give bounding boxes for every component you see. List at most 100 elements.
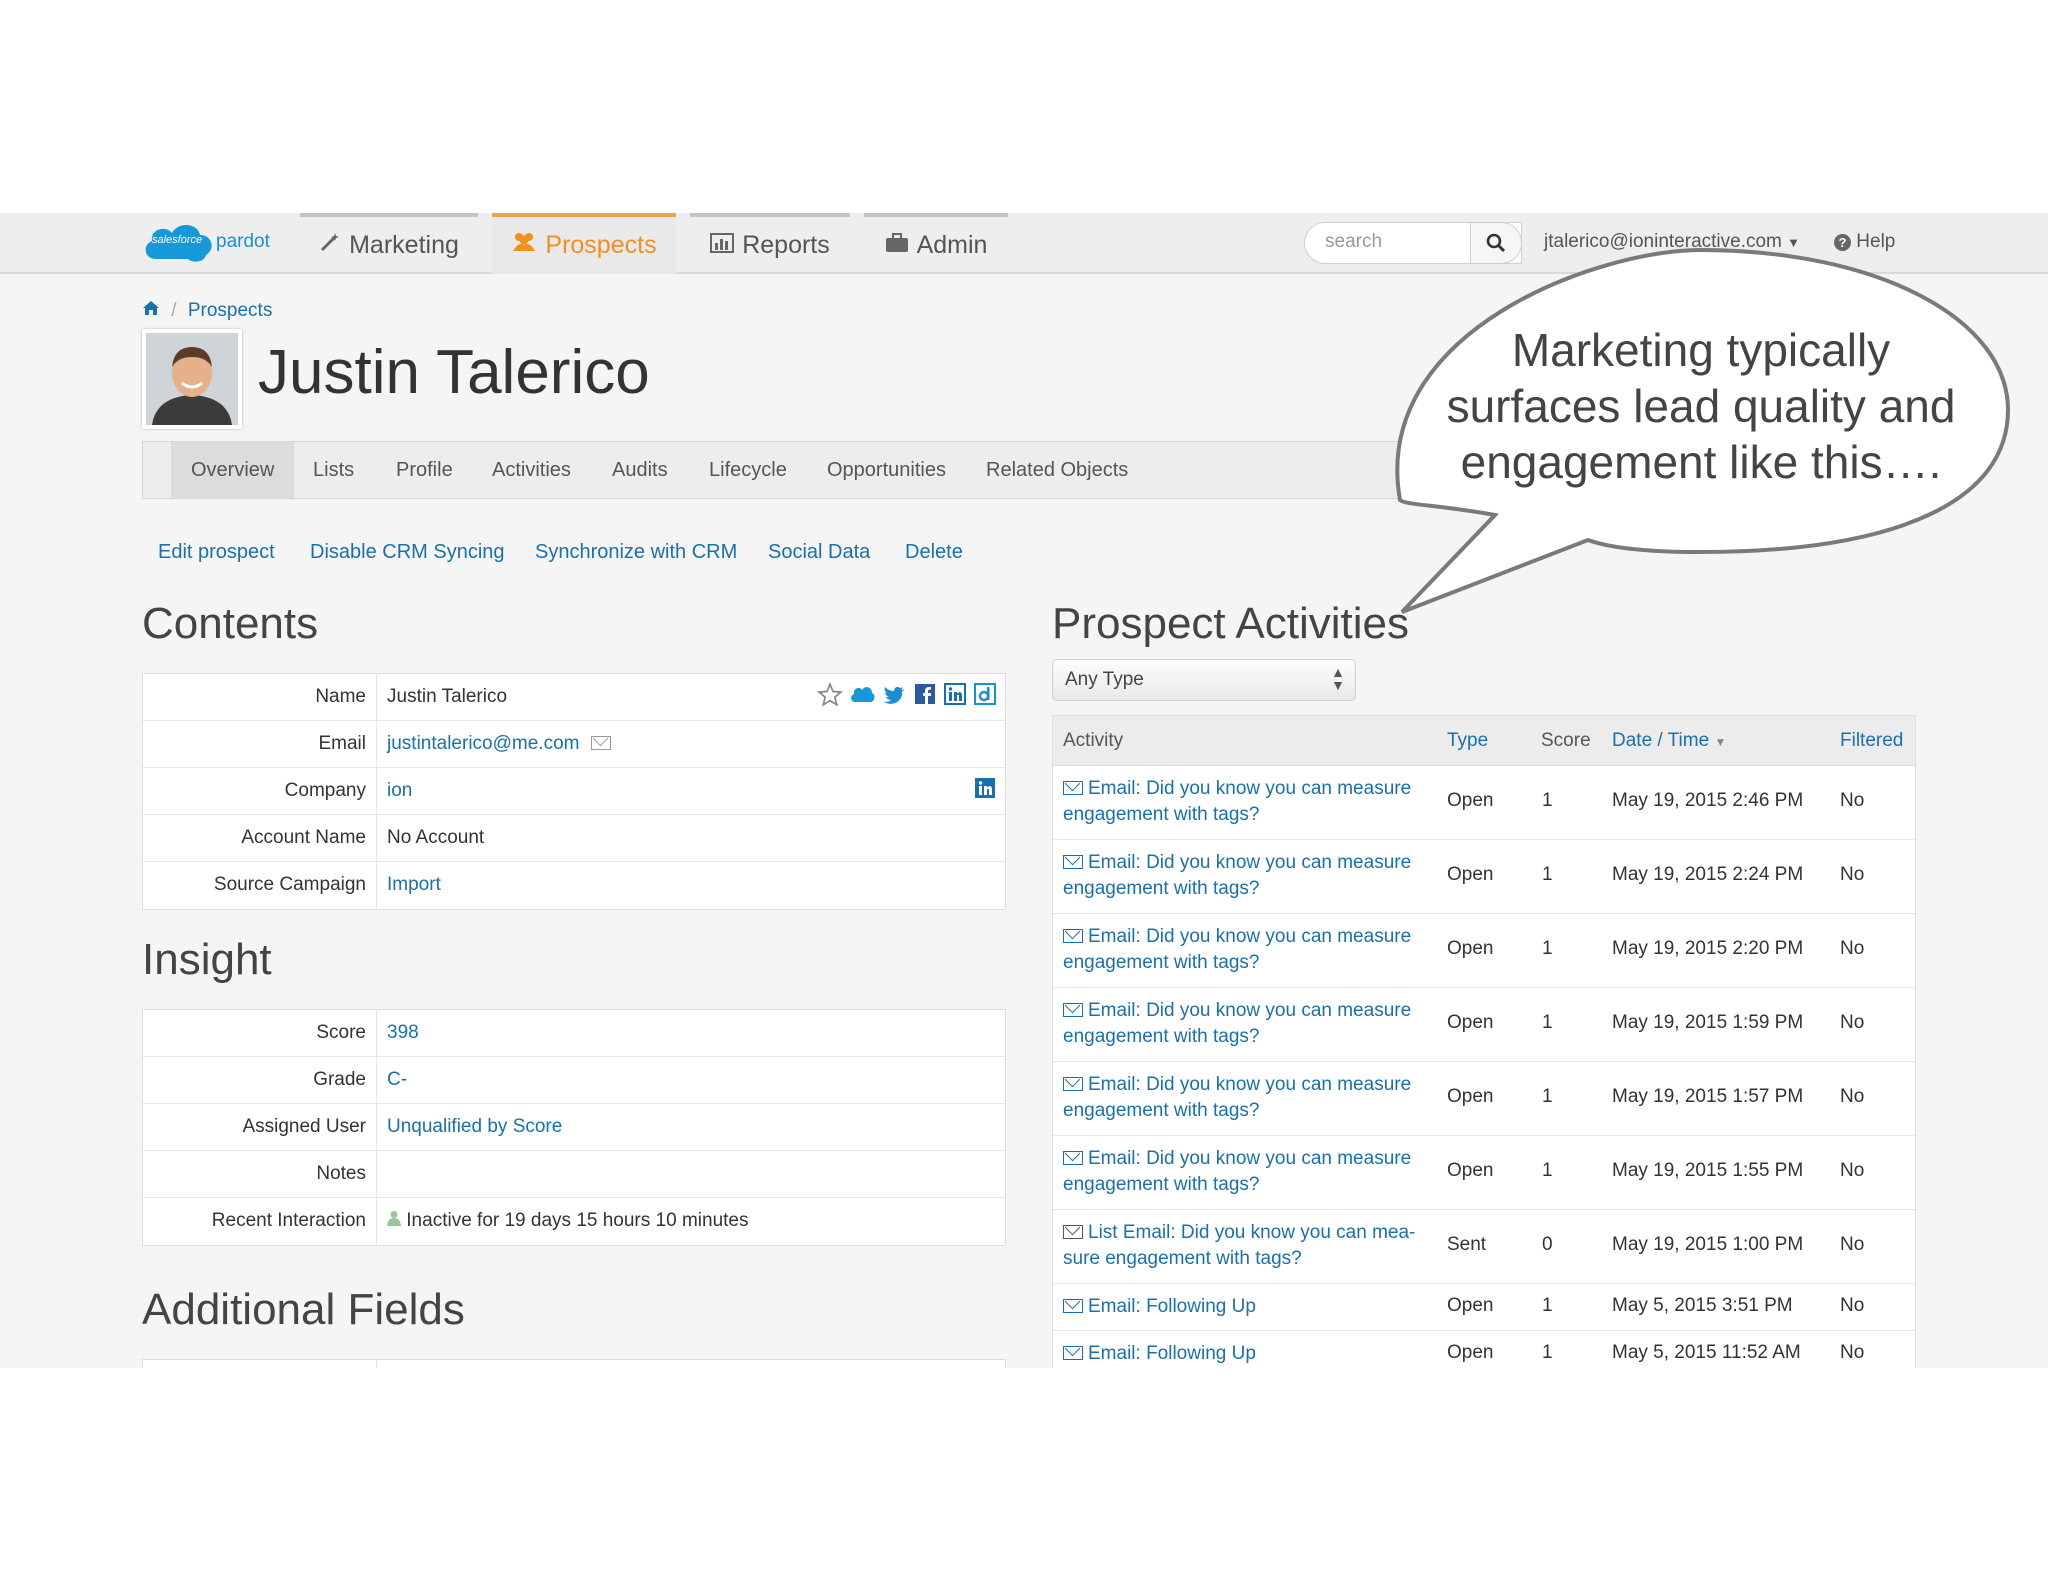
- activity-link[interactable]: Email: Did you know you can measure engag…: [1063, 998, 1443, 1050]
- activity-filtered: No: [1840, 1086, 1865, 1107]
- activity-line-1: Email: Following Up: [1088, 1343, 1256, 1364]
- activity-line-1: Email: Did you know you can measure: [1088, 926, 1412, 947]
- edit-prospect-link[interactable]: Edit prospect: [158, 541, 275, 564]
- source-campaign-link[interactable]: Import: [387, 874, 441, 896]
- tab-audits[interactable]: Audits: [612, 442, 668, 498]
- mail-icon: [1063, 781, 1083, 795]
- field-value-email[interactable]: justintalerico@me.com: [387, 733, 616, 755]
- star-icon[interactable]: [816, 681, 844, 713]
- tab-activities[interactable]: Activities: [492, 442, 571, 498]
- grade-link[interactable]: C-: [387, 1069, 407, 1091]
- col-filtered[interactable]: Filtered: [1840, 730, 1903, 752]
- activity-link[interactable]: Email: Did you know you can measure engag…: [1063, 776, 1443, 828]
- field-label: Grade: [143, 1057, 377, 1103]
- delete-link[interactable]: Delete: [905, 541, 963, 564]
- tab-lifecycle[interactable]: Lifecycle: [709, 442, 787, 498]
- additional-fields-table: [142, 1359, 1006, 1368]
- activity-link[interactable]: Email: Did you know you can measure engag…: [1063, 924, 1443, 976]
- col-score: Score: [1541, 730, 1591, 751]
- activity-score: 1: [1542, 1160, 1553, 1181]
- breadcrumb-prospects[interactable]: Prospects: [188, 300, 272, 321]
- table-row: Email: Did you know you can measure engag…: [1053, 1136, 1915, 1210]
- table-row: Email: Did you know you can measure engag…: [1053, 1062, 1915, 1136]
- recent-interaction-text: Inactive for 19 days 15 hours 10 minutes: [406, 1210, 749, 1231]
- users-icon: [511, 231, 537, 260]
- field-value: No Account: [387, 827, 485, 848]
- field-row-source-campaign: Source Campaign Import: [143, 862, 1005, 909]
- activity-line-2: engagement with tags?: [1063, 952, 1260, 973]
- field-label: Source Campaign: [143, 862, 377, 909]
- nav-tab-label: Reports: [742, 231, 830, 259]
- nav-tab-reports[interactable]: Reports: [690, 213, 850, 274]
- score-link[interactable]: 398: [387, 1022, 419, 1044]
- home-icon[interactable]: [142, 300, 165, 321]
- briefcase-icon: [885, 232, 909, 260]
- linkedin-icon[interactable]: [943, 682, 967, 713]
- col-date-time[interactable]: Date / Time ▼: [1612, 730, 1726, 752]
- tab-related-objects[interactable]: Related Objects: [986, 442, 1128, 498]
- nav-tab-prospects[interactable]: Prospects: [492, 213, 676, 274]
- activity-type: Open: [1447, 1086, 1494, 1107]
- prospect-activities-heading: Prospect Activities: [1052, 599, 1410, 648]
- disable-crm-syncing-link[interactable]: Disable CRM Syncing: [310, 541, 505, 564]
- social-icons: [816, 681, 997, 713]
- linkedin-icon[interactable]: [973, 776, 997, 805]
- activity-line-2: engagement with tags?: [1063, 878, 1260, 899]
- mail-icon: [1063, 1003, 1083, 1017]
- data-icon[interactable]: [973, 682, 997, 713]
- salesforce-icon[interactable]: [849, 682, 875, 713]
- activity-date: May 5, 2015 11:52 AM: [1612, 1342, 1801, 1363]
- tab-profile[interactable]: Profile: [396, 442, 453, 498]
- activity-line-1: Email: Did you know you can measure: [1088, 778, 1412, 799]
- nav-tab-label: Prospects: [545, 231, 657, 259]
- contents-heading: Contents: [142, 599, 319, 648]
- assigned-user-link[interactable]: Unqualified by Score: [387, 1116, 562, 1138]
- mail-icon: [1063, 855, 1083, 869]
- activity-type: Open: [1447, 790, 1494, 811]
- activity-link[interactable]: Email: Following Up: [1063, 1341, 1443, 1367]
- activity-score: 1: [1542, 790, 1553, 811]
- twitter-icon[interactable]: [881, 682, 907, 713]
- additional-fields-heading: Additional Fields: [142, 1285, 465, 1334]
- activity-line-2: engagement with tags?: [1063, 1100, 1260, 1121]
- nav-tab-marketing[interactable]: Marketing: [300, 213, 478, 274]
- table-row: Email: Did you know you can measure engag…: [1053, 766, 1915, 840]
- activity-date: May 19, 2015 1:57 PM: [1612, 1086, 1804, 1107]
- contents-table: Name Justin Talerico Email justintaleric…: [142, 673, 1006, 910]
- field-label: Recent Interaction: [143, 1198, 377, 1245]
- user-menu[interactable]: jtalerico@ioninteractive.com ▼: [1544, 231, 1800, 253]
- field-label: Company: [143, 768, 377, 814]
- search-button[interactable]: [1470, 222, 1522, 264]
- activity-link[interactable]: Email: Did you know you can measure engag…: [1063, 1146, 1443, 1198]
- synchronize-crm-link[interactable]: Synchronize with CRM: [535, 541, 737, 564]
- tab-lists[interactable]: Lists: [313, 442, 354, 498]
- help-link[interactable]: ? Help: [1834, 231, 1895, 253]
- company-link[interactable]: ion: [387, 780, 412, 802]
- activity-line-1: Email: Did you know you can measure: [1088, 1148, 1412, 1169]
- activity-link[interactable]: Email: Did you know you can measure engag…: [1063, 850, 1443, 902]
- mail-icon: [1063, 1225, 1083, 1239]
- activity-line-1: Email: Did you know you can measure: [1088, 852, 1412, 873]
- table-row: Email: Did you know you can measure engag…: [1053, 914, 1915, 988]
- callout-line-3: engagement like this….: [1460, 436, 1942, 488]
- activity-type-select[interactable]: Any Type ▲ ▼: [1052, 659, 1356, 701]
- activity-line-1: Email: Following Up: [1088, 1296, 1256, 1317]
- field-row: [143, 1360, 1005, 1368]
- tab-overview[interactable]: Overview: [171, 442, 295, 498]
- activity-link[interactable]: Email: Following Up: [1063, 1294, 1443, 1320]
- table-row: Email: Did you know you can measure engag…: [1053, 840, 1915, 914]
- email-link[interactable]: justintalerico@me.com: [387, 733, 579, 754]
- callout-line-2: surfaces lead quality and: [1446, 380, 1956, 432]
- breadcrumb-separator: /: [171, 300, 177, 321]
- field-label: Email: [143, 721, 377, 767]
- pardot-logo[interactable]: salesforce pardot: [140, 217, 280, 267]
- tab-opportunities[interactable]: Opportunities: [827, 442, 946, 498]
- col-type[interactable]: Type: [1447, 730, 1488, 752]
- field-row-score: Score 398: [143, 1010, 1005, 1057]
- facebook-icon[interactable]: [913, 682, 937, 713]
- activity-link[interactable]: List Email: Did you know you can mea-sur…: [1063, 1220, 1443, 1272]
- nav-tab-admin[interactable]: Admin: [864, 213, 1008, 274]
- col-activity: Activity: [1063, 730, 1124, 751]
- activity-link[interactable]: Email: Did you know you can measure engag…: [1063, 1072, 1443, 1124]
- social-data-link[interactable]: Social Data: [768, 541, 870, 564]
